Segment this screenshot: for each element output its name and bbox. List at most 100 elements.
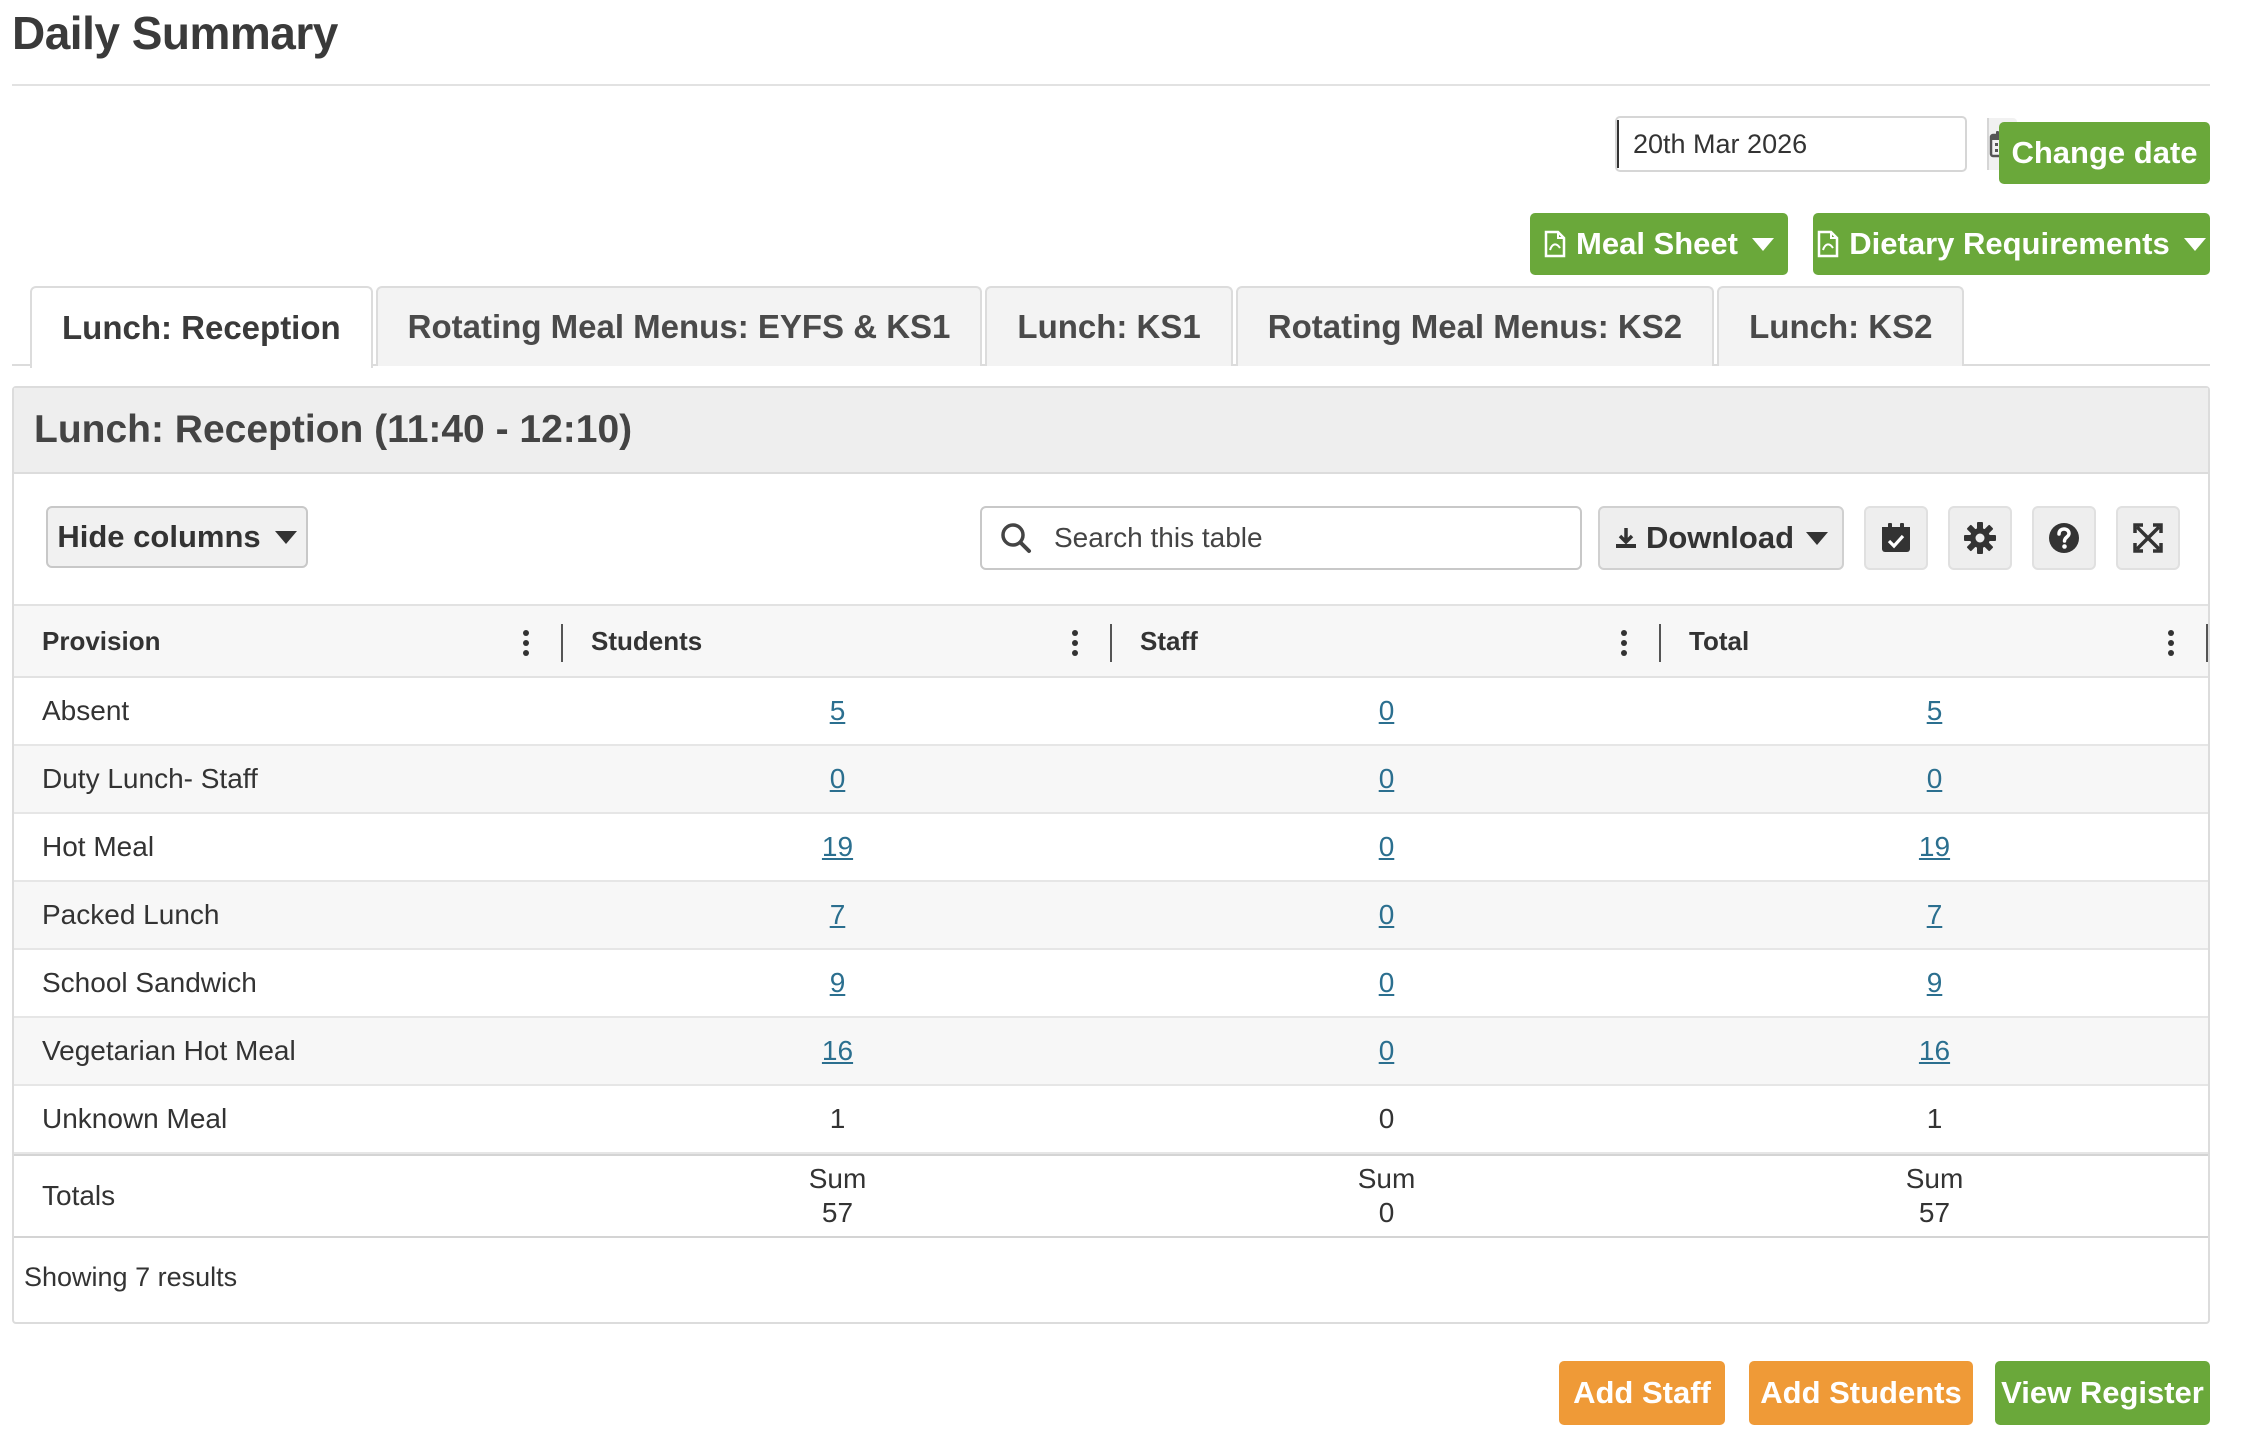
column-label: Staff <box>1140 625 1198 656</box>
meal-sheet-label: Meal Sheet <box>1576 226 1738 261</box>
sum-value: 0 <box>1378 1197 1395 1228</box>
date-input[interactable] <box>1617 120 1987 168</box>
meal-sheet-button[interactable]: Meal Sheet <box>1530 213 1788 275</box>
table-toolbar: Hide columns Download <box>14 474 2208 604</box>
students-count-link[interactable]: 16 <box>822 1035 853 1067</box>
help-button[interactable] <box>2032 506 2096 570</box>
column-header-total[interactable]: Total <box>1661 606 2208 676</box>
fullscreen-button[interactable] <box>2116 506 2180 570</box>
provision-cell-cell: Vegetarian Hot Meal <box>14 1018 563 1084</box>
staff-count-link[interactable]: 0 <box>1379 1035 1395 1067</box>
total-count-cell: 19 <box>1661 814 2208 880</box>
total-count-link[interactable]: 19 <box>1919 831 1950 863</box>
tab-lunch-ks2[interactable]: Lunch: KS2 <box>1717 286 1965 366</box>
tab-rotating-ks2[interactable]: Rotating Meal Menus: KS2 <box>1235 286 1715 366</box>
date-picker <box>1615 116 2017 172</box>
search-icon <box>1001 523 1031 553</box>
panel-title: Lunch: Reception (11:40 - 12:10) <box>14 388 2208 474</box>
staff-count-link[interactable]: 0 <box>1379 763 1395 795</box>
students-count-link[interactable]: 5 <box>830 695 846 727</box>
staff-count-link[interactable]: 0 <box>1379 899 1395 931</box>
table-row: Vegetarian Hot Meal 16 0 16 <box>14 1018 2208 1086</box>
column-resize-handle[interactable] <box>2206 624 2208 662</box>
students-count-link[interactable]: 7 <box>830 899 846 931</box>
staff-count-link[interactable]: 0 <box>1379 967 1395 999</box>
totals-staff: Sum 0 <box>1112 1156 1661 1236</box>
provision-cell: Absent <box>42 695 130 726</box>
calendar-check-button[interactable] <box>1864 506 1928 570</box>
totals-students: Sum 57 <box>563 1156 1112 1236</box>
total-count-cell: 16 <box>1661 1018 2208 1084</box>
column-header-students[interactable]: Students <box>563 606 1112 676</box>
students-count-cell: 19 <box>563 814 1112 880</box>
total-count-cell: 7 <box>1661 882 2208 948</box>
add-staff-button[interactable]: Add Staff <box>1559 1361 1725 1425</box>
question-circle-icon <box>2049 523 2079 553</box>
add-students-button[interactable]: Add Students <box>1749 1361 1973 1425</box>
hide-columns-button[interactable]: Hide columns <box>46 506 308 568</box>
total-count-cell: 9 <box>1661 950 2208 1016</box>
total-count-link[interactable]: 9 <box>1927 967 1943 999</box>
page-title: Daily Summary <box>12 7 338 59</box>
students-count-link[interactable]: 9 <box>830 967 846 999</box>
provision-cell: Hot Meal <box>42 831 155 862</box>
sum-label: Sum <box>1905 1163 1964 1194</box>
provision-cell-cell: Absent <box>14 678 563 744</box>
totals-label: Totals <box>42 1180 116 1211</box>
tab-lunch-ks1[interactable]: Lunch: KS1 <box>985 286 1233 366</box>
total-count-link[interactable]: 0 <box>1927 763 1943 795</box>
column-label: Provision <box>42 625 161 656</box>
students-count-cell: 7 <box>563 882 1112 948</box>
total-count-link[interactable]: 5 <box>1927 695 1943 727</box>
table-body: Absent 5 0 5 Duty Lunch- Staff 0 0 0 Hot Meal 19 0… <box>14 678 2208 1154</box>
tab-rotating-eyfs-ks1[interactable]: Rotating Meal Menus: EYFS & KS1 <box>375 286 983 366</box>
sum-label: Sum <box>1357 1163 1416 1194</box>
column-menu-icon[interactable] <box>523 630 529 656</box>
staff-count-link[interactable]: 0 <box>1379 695 1395 727</box>
meal-tabs: Lunch: Reception Rotating Meal Menus: EY… <box>30 286 1967 368</box>
caret-down-icon <box>1751 237 1774 251</box>
provision-cell: Packed Lunch <box>42 899 220 930</box>
total-count-link[interactable]: 16 <box>1919 1035 1950 1067</box>
sum-value: 57 <box>821 1197 854 1228</box>
dietary-requirements-button[interactable]: Dietary Requirements <box>1813 213 2210 275</box>
tab-lunch-reception[interactable]: Lunch: Reception <box>30 286 373 368</box>
search-field <box>980 506 1582 570</box>
column-header-staff[interactable]: Staff <box>1112 606 1661 676</box>
total-count-link[interactable]: 7 <box>1927 899 1943 931</box>
sum-label: Sum <box>808 1163 867 1194</box>
title-divider <box>12 84 2210 86</box>
settings-button[interactable] <box>1948 506 2012 570</box>
staff-count-cell: 0 <box>1112 882 1661 948</box>
students-count-link[interactable]: 19 <box>822 831 853 863</box>
total-count-cell: 5 <box>1661 678 2208 744</box>
hide-columns-label: Hide columns <box>57 519 261 554</box>
column-header-provision[interactable]: Provision <box>14 606 563 676</box>
provision-cell-cell: School Sandwich <box>14 950 563 1016</box>
expand-icon <box>2133 523 2163 553</box>
search-input[interactable] <box>1054 522 1534 554</box>
students-count-cell: 5 <box>563 678 1112 744</box>
download-button[interactable]: Download <box>1598 506 1844 570</box>
provision-cell: School Sandwich <box>42 967 257 998</box>
staff-count-link[interactable]: 0 <box>1379 831 1395 863</box>
column-menu-icon[interactable] <box>2168 630 2174 656</box>
view-register-button[interactable]: View Register <box>1995 1361 2210 1425</box>
students-count-link[interactable]: 0 <box>830 763 846 795</box>
column-label: Students <box>591 625 703 656</box>
column-menu-icon[interactable] <box>1072 630 1078 656</box>
total-count-cell: 0 <box>1661 746 2208 812</box>
totals-total: Sum 57 <box>1661 1156 2208 1236</box>
summary-panel: Lunch: Reception (11:40 - 12:10) Hide co… <box>12 386 2210 1324</box>
change-date-button[interactable]: Change date <box>1999 122 2210 184</box>
column-label: Total <box>1689 625 1750 656</box>
table-row: Duty Lunch- Staff 0 0 0 <box>14 746 2208 814</box>
column-menu-icon[interactable] <box>1621 630 1627 656</box>
total-count: 1 <box>1926 1103 1943 1134</box>
table-header: Provision Students Staff Total <box>14 604 2208 678</box>
students-count-cell: 16 <box>563 1018 1112 1084</box>
dietary-requirements-label: Dietary Requirements <box>1849 226 2170 261</box>
table-row: Hot Meal 19 0 19 <box>14 814 2208 882</box>
totals-row: Totals Sum 57 Sum 0 Sum 57 <box>14 1154 2208 1238</box>
table-row: Packed Lunch 7 0 7 <box>14 882 2208 950</box>
